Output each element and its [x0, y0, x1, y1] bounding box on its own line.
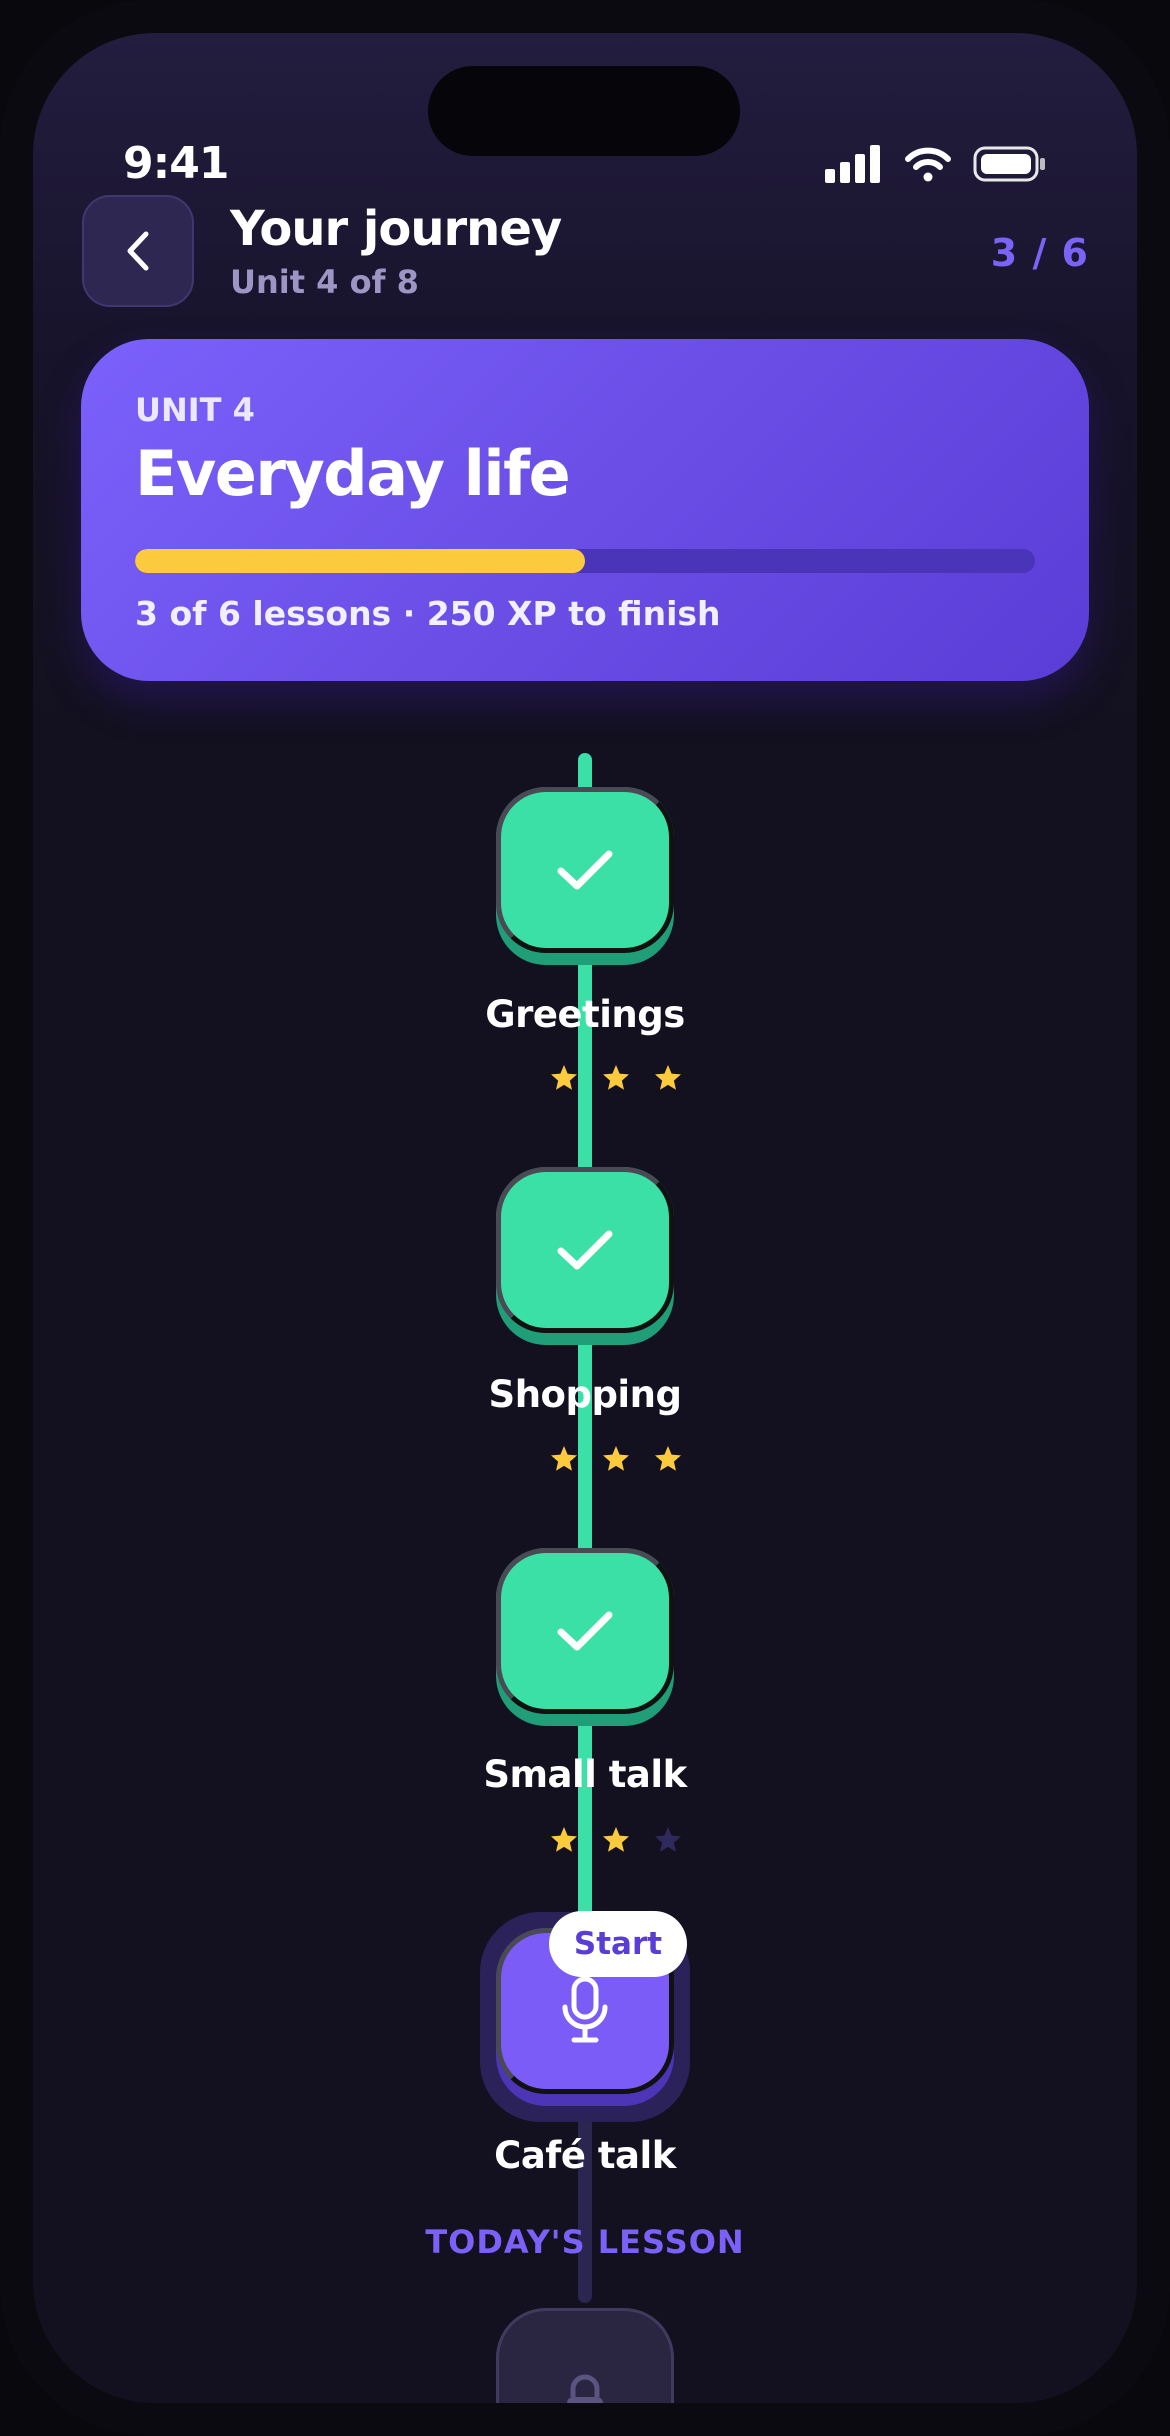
microphone-icon — [562, 1976, 608, 2043]
page-subtitle: Unit 4 of 8 — [230, 263, 419, 301]
chevron-left-icon — [127, 231, 149, 271]
lesson-node-small-talk[interactable] — [496, 1548, 674, 1726]
status-icons — [825, 145, 1047, 183]
todays-lesson-badge: TODAY'S LESSON — [425, 2223, 745, 2261]
lesson-node-greetings[interactable] — [496, 787, 674, 965]
star-filled-icon — [603, 1446, 629, 1471]
wifi-icon — [905, 147, 951, 182]
lesson-title: Café talk — [494, 2134, 676, 2177]
star-filled-icon — [551, 1446, 577, 1471]
lesson-title: Greetings — [485, 993, 685, 1036]
star-filled-icon — [655, 1446, 681, 1471]
status-time: 9:41 — [123, 138, 229, 189]
star-filled-icon — [551, 1827, 577, 1852]
battery-icon — [973, 146, 1045, 182]
start-lesson-button[interactable]: Start — [549, 1911, 687, 1977]
lesson-node-locked[interactable] — [496, 2308, 674, 2403]
check-icon — [557, 850, 613, 890]
star-filled-icon — [551, 1065, 577, 1090]
star-filled-icon — [603, 1065, 629, 1090]
star-filled-icon — [603, 1827, 629, 1852]
check-icon — [557, 1230, 613, 1270]
unit-progress-text: 3 of 6 lessons · 250 XP to finish — [135, 594, 721, 633]
cellular-signal-icon — [825, 145, 880, 183]
lock-icon — [567, 2374, 603, 2403]
lesson-node-shopping[interactable] — [496, 1167, 674, 1345]
unit-progress-bar — [135, 549, 1035, 573]
unit-title: Everyday life — [135, 437, 571, 510]
back-button[interactable] — [82, 195, 194, 307]
check-icon — [557, 1611, 613, 1651]
device-frame: 9:41 Your journey Unit 4 of 8 3 / 6 UNIT… — [0, 0, 1170, 2436]
lesson-title: Shopping — [488, 1373, 682, 1416]
unit-label: UNIT 4 — [135, 391, 255, 429]
lesson-counter: 3 / 6 — [990, 231, 1089, 275]
unit-progress-fill — [135, 549, 585, 573]
lesson-stars — [549, 1825, 689, 1855]
lesson-stars — [549, 1063, 689, 1093]
page-title: Your journey — [230, 201, 562, 257]
unit-card[interactable]: UNIT 4 Everyday life 3 of 6 lessons · 25… — [81, 339, 1089, 681]
lesson-stars — [549, 1444, 689, 1474]
dynamic-island — [428, 66, 740, 156]
lesson-title: Small talk — [483, 1753, 687, 1796]
app-screen: 9:41 Your journey Unit 4 of 8 3 / 6 UNIT… — [33, 33, 1137, 2403]
star-filled-icon — [655, 1065, 681, 1090]
star-empty-icon — [655, 1827, 681, 1852]
